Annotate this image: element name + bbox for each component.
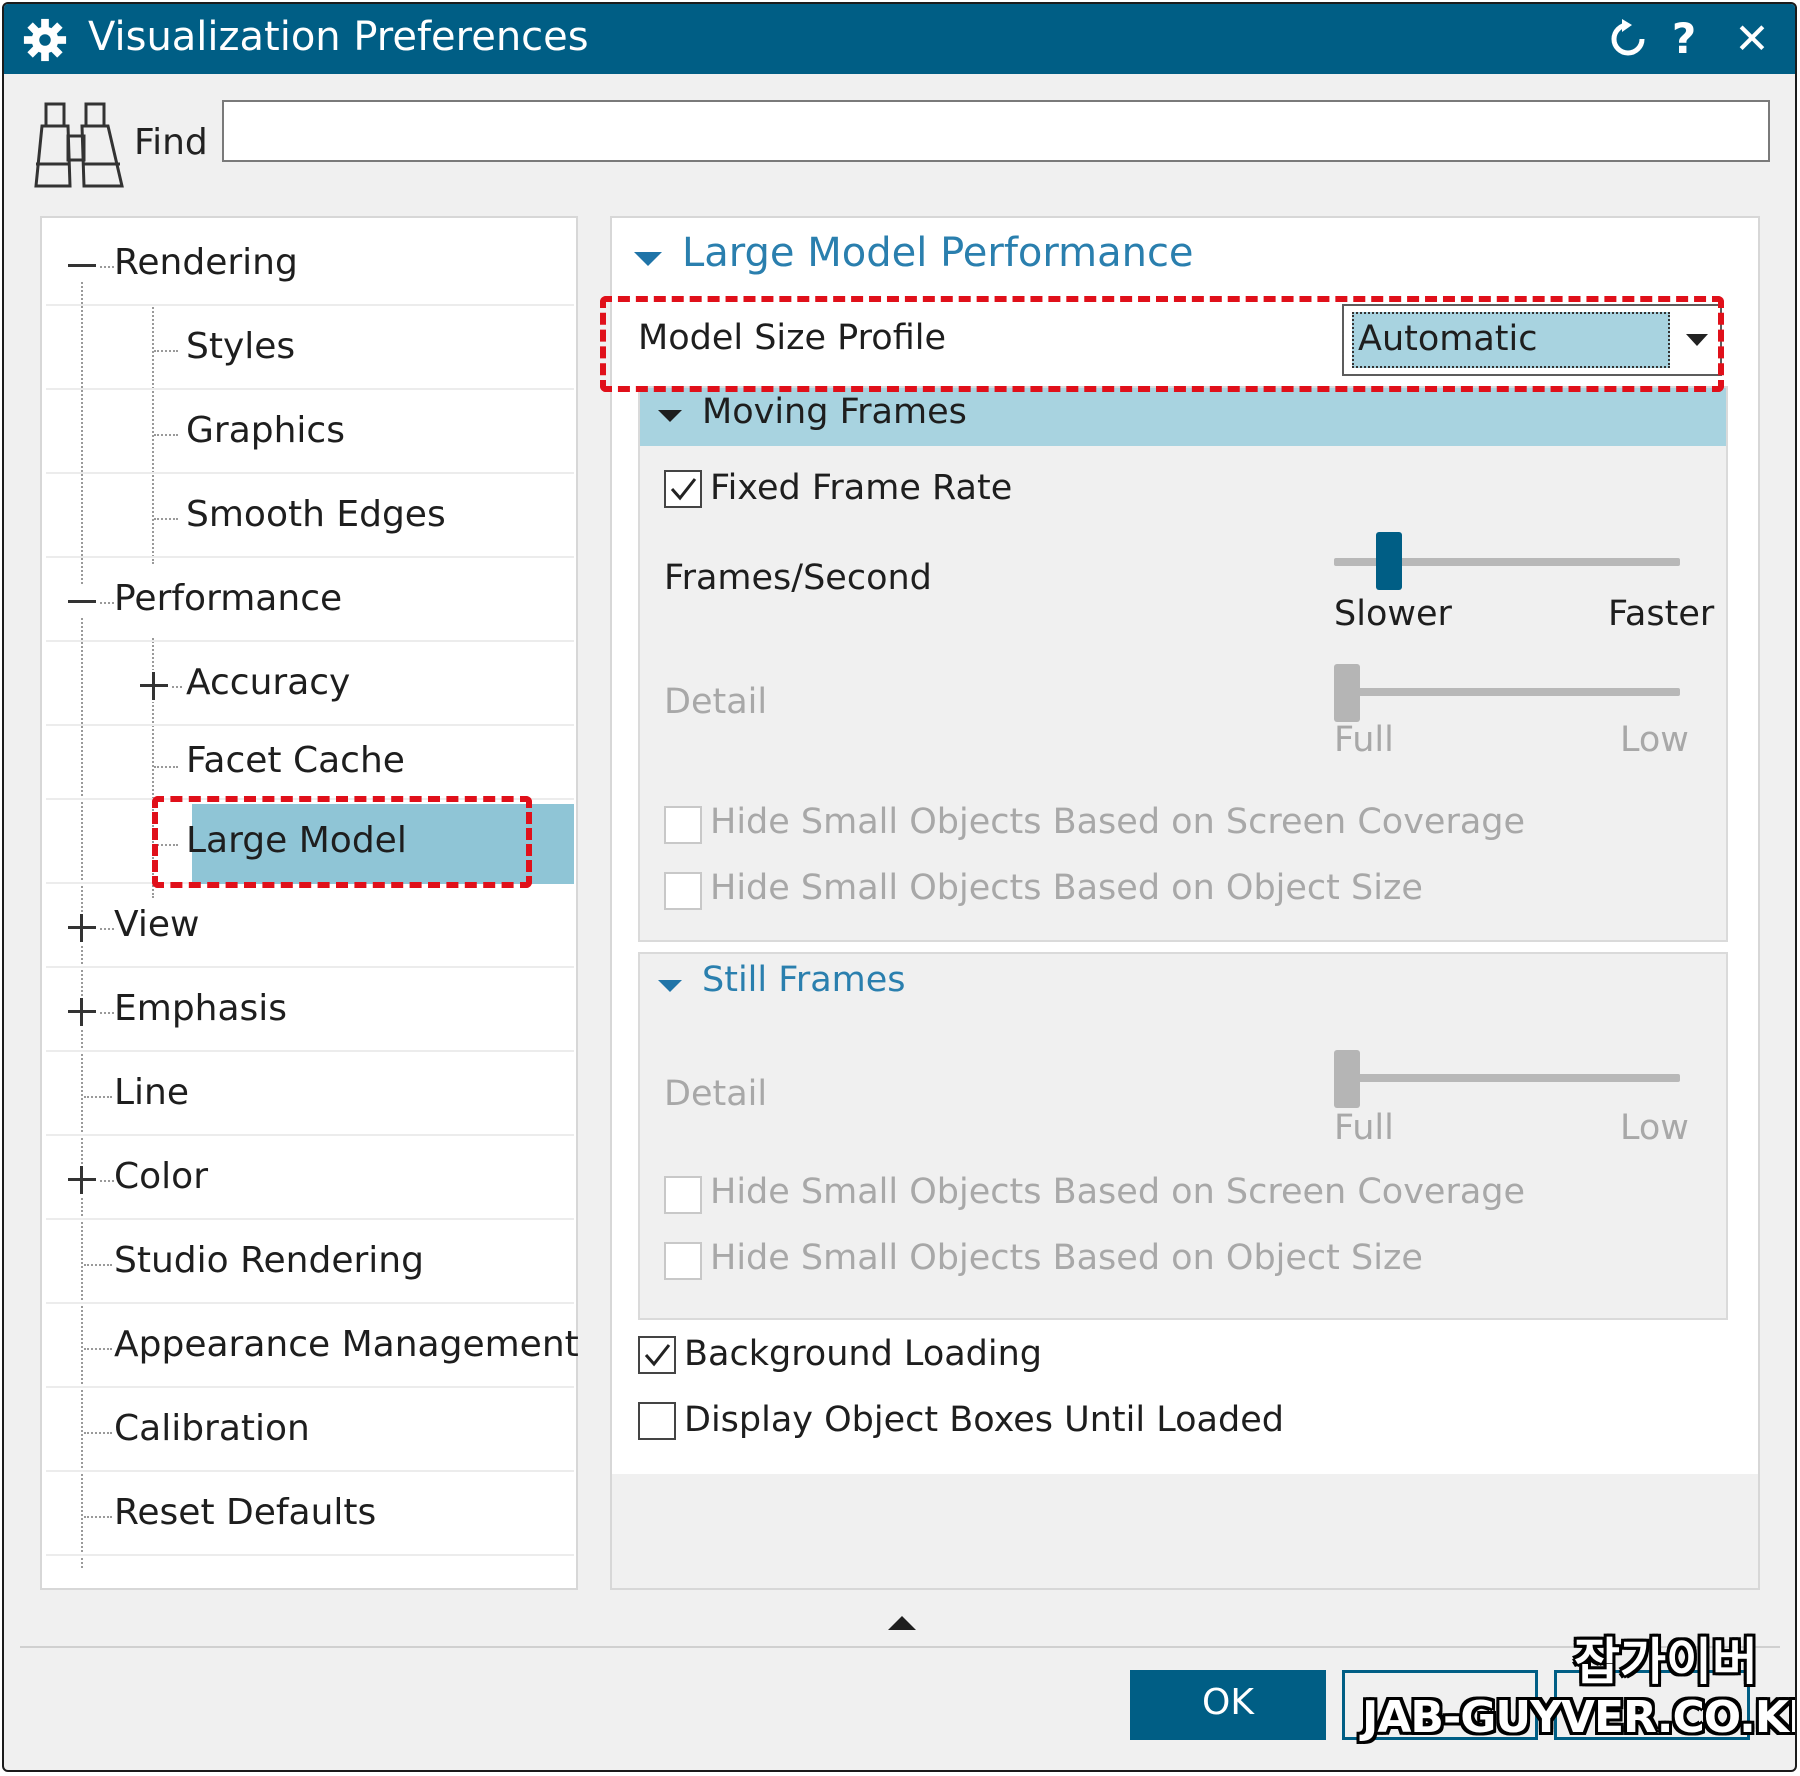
- section-title: Large Model Performance: [682, 230, 1194, 276]
- tree-item-label: Line: [114, 1072, 190, 1113]
- tree-item-large-model[interactable]: Large Model: [46, 802, 574, 884]
- detail-label: Detail: [664, 682, 768, 722]
- background-loading-checkbox[interactable]: [638, 1336, 676, 1374]
- binoculars-icon: [34, 102, 124, 188]
- tree-item-studio-rendering[interactable]: Studio Rendering: [46, 1222, 574, 1304]
- collapse-arrow-icon[interactable]: [658, 410, 682, 422]
- watermark-korean: 잡가이버: [1574, 1633, 1758, 1691]
- slider-max-label: Low: [1620, 1108, 1689, 1148]
- detail-slider-track[interactable]: [1334, 1074, 1680, 1082]
- watermark-url: JAB-GUYVER.CO.KR: [1362, 1692, 1797, 1743]
- hide-screen-coverage-checkbox[interactable]: [664, 806, 702, 844]
- hide-object-size-label: Hide Small Objects Based on Object Size: [710, 868, 1423, 908]
- model-size-profile-select[interactable]: Automatic: [1342, 304, 1722, 376]
- expand-icon[interactable]: [66, 912, 98, 944]
- tree-item-performance[interactable]: Performance: [46, 560, 574, 642]
- tree-item-label: Reset Defaults: [114, 1492, 377, 1533]
- fixed-frame-rate-checkbox[interactable]: [664, 470, 702, 508]
- slider-min-label: Full: [1334, 720, 1394, 760]
- tree-item-view[interactable]: View: [46, 886, 574, 968]
- window-title: Visualization Preferences: [88, 14, 589, 60]
- frames-per-second-label: Frames/Second: [664, 558, 932, 598]
- refresh-icon[interactable]: [1604, 14, 1652, 64]
- tree-item-emphasis[interactable]: Emphasis: [46, 970, 574, 1052]
- moving-frames-header[interactable]: Moving Frames: [640, 388, 1726, 446]
- still-frames-group: Still Frames Detail Full Low Hide Small …: [638, 952, 1728, 1320]
- still-frames-title: Still Frames: [702, 960, 906, 1000]
- hide-screen-coverage-checkbox[interactable]: [664, 1176, 702, 1214]
- tree-item-label: Calibration: [114, 1408, 310, 1449]
- tree-item-label: Emphasis: [114, 988, 288, 1029]
- tree-item-reset-defaults[interactable]: Reset Defaults: [46, 1474, 574, 1556]
- gear-icon: [23, 18, 67, 62]
- select-value: Automatic: [1352, 312, 1670, 368]
- find-input[interactable]: [222, 100, 1770, 162]
- tree-item-rendering[interactable]: Rendering: [46, 224, 574, 306]
- slider-max-label: Low: [1620, 720, 1689, 760]
- tree-item-label: Large Model: [186, 820, 407, 861]
- collapse-arrow-icon[interactable]: [658, 980, 682, 992]
- detail-label: Detail: [664, 1074, 768, 1114]
- close-button[interactable]: ✕: [1728, 14, 1776, 64]
- tree-item-accuracy[interactable]: Accuracy: [46, 644, 574, 726]
- slider-min-label: Slower: [1334, 594, 1452, 634]
- tree-item-label: Accuracy: [186, 662, 351, 703]
- tree-item-label: Graphics: [186, 410, 345, 451]
- detail-slider-thumb[interactable]: [1334, 664, 1360, 722]
- settings-panel-content: Large Model Performance Model Size Profi…: [612, 218, 1758, 1474]
- tree-item-color[interactable]: Color: [46, 1138, 574, 1220]
- tree-item-label: Studio Rendering: [114, 1240, 424, 1281]
- display-object-boxes-checkbox[interactable]: [638, 1402, 676, 1440]
- moving-frames-group: Moving Frames Fixed Frame Rate Frames/Se…: [638, 386, 1728, 942]
- expand-up-icon[interactable]: [888, 1616, 916, 1630]
- background-loading-label: Background Loading: [684, 1334, 1043, 1374]
- tree-item-smooth-edges[interactable]: Smooth Edges: [46, 476, 574, 558]
- settings-panel: Large Model Performance Model Size Profi…: [600, 216, 1760, 1590]
- detail-slider-thumb[interactable]: [1334, 1050, 1360, 1108]
- tree-item-label: View: [114, 904, 200, 945]
- hide-object-size-label: Hide Small Objects Based on Object Size: [710, 1238, 1423, 1278]
- expand-icon[interactable]: [138, 670, 170, 702]
- help-button[interactable]: ?: [1660, 14, 1708, 64]
- display-object-boxes-label: Display Object Boxes Until Loaded: [684, 1400, 1284, 1440]
- expand-icon[interactable]: [66, 1164, 98, 1196]
- expand-icon[interactable]: [66, 996, 98, 1028]
- hide-object-size-checkbox[interactable]: [664, 1242, 702, 1280]
- tree-item-label: Color: [114, 1156, 208, 1197]
- tree-item-label: Facet Cache: [186, 740, 405, 781]
- tree-item-calibration[interactable]: Calibration: [46, 1390, 574, 1472]
- still-frames-header[interactable]: Still Frames: [640, 954, 1726, 1014]
- hide-object-size-checkbox[interactable]: [664, 872, 702, 910]
- tree-item-label: Styles: [186, 326, 296, 367]
- category-tree: Rendering Styles Graphics Smooth Edges P…: [40, 216, 579, 1590]
- chevron-down-icon: [1686, 334, 1708, 346]
- tree-item-graphics[interactable]: Graphics: [46, 392, 574, 474]
- find-label: Find: [134, 122, 208, 163]
- collapse-icon[interactable]: [66, 586, 98, 618]
- collapse-icon[interactable]: [66, 250, 98, 282]
- hide-screen-coverage-label: Hide Small Objects Based on Screen Cover…: [710, 1172, 1526, 1212]
- slider-min-label: Full: [1334, 1108, 1394, 1148]
- title-bar: Visualization Preferences ? ✕: [4, 4, 1795, 74]
- footer-divider: [20, 1646, 1780, 1648]
- hide-screen-coverage-label: Hide Small Objects Based on Screen Cover…: [710, 802, 1526, 842]
- slider-max-label: Faster: [1608, 594, 1715, 634]
- tree-item-line[interactable]: Line: [46, 1054, 574, 1136]
- detail-slider-track[interactable]: [1334, 688, 1680, 696]
- collapse-arrow-icon[interactable]: [634, 252, 662, 266]
- dialog-window: Visualization Preferences ? ✕ Find Rende…: [2, 2, 1797, 1772]
- tree-item-styles[interactable]: Styles: [46, 308, 574, 390]
- tree-item-label: Rendering: [114, 242, 298, 283]
- tree-item-label: Appearance Management: [114, 1324, 579, 1365]
- model-size-profile-label: Model Size Profile: [638, 318, 947, 358]
- fixed-frame-rate-label: Fixed Frame Rate: [710, 468, 1013, 508]
- frames-per-second-slider-thumb[interactable]: [1375, 532, 1402, 590]
- tree-item-label: Smooth Edges: [186, 494, 446, 535]
- tree-item-facet-cache[interactable]: Facet Cache: [46, 728, 574, 800]
- tree-item-appearance-management[interactable]: Appearance Management: [46, 1306, 579, 1388]
- moving-frames-title: Moving Frames: [702, 392, 967, 432]
- tree-item-label: Performance: [114, 578, 343, 619]
- ok-button[interactable]: OK: [1130, 1670, 1326, 1740]
